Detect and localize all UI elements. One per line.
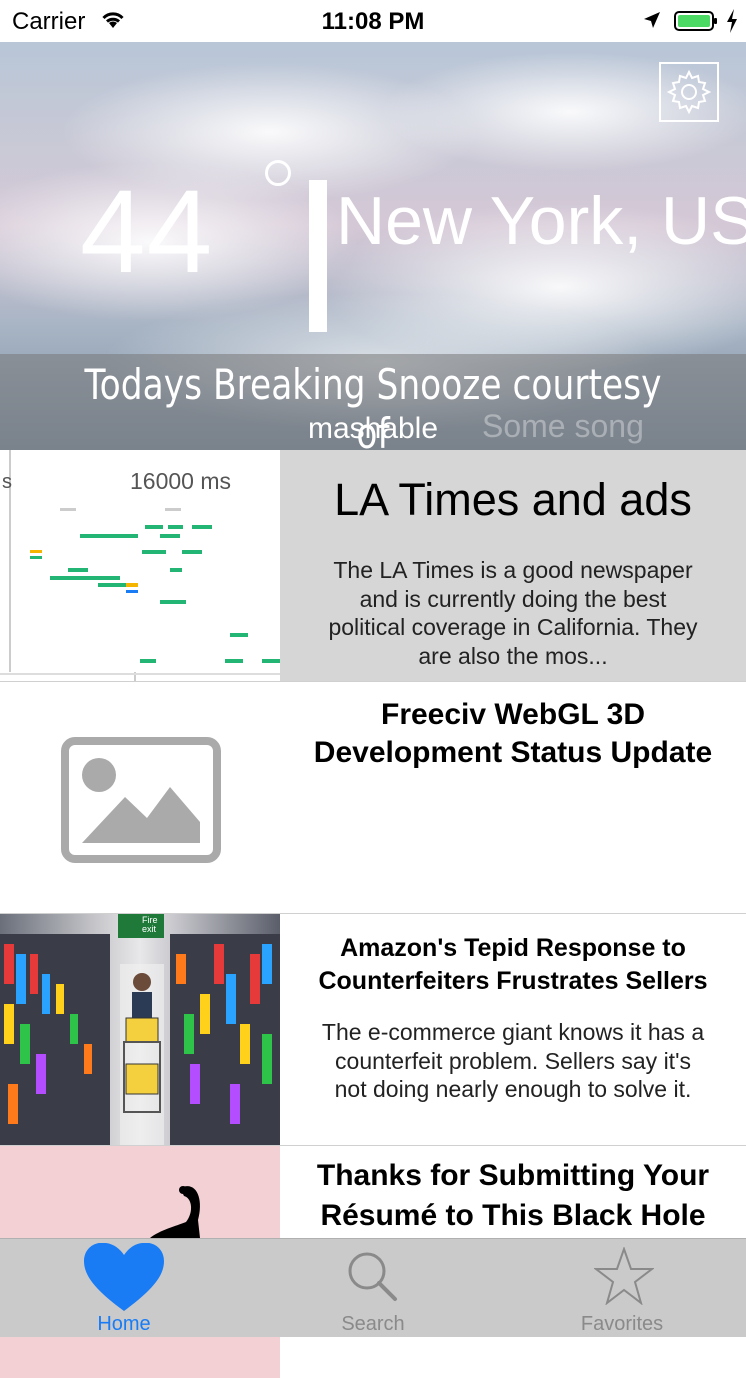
charging-icon (726, 9, 738, 38)
svg-text:s: s (2, 471, 12, 493)
article-description: The LA Times is a good newspaper and is … (328, 557, 698, 669)
article-thumbnail: s 16000 ms (0, 450, 280, 681)
article-title: Amazon's Tepid Response to Counterfeiter… (318, 934, 708, 995)
weather-header: 44 New York, US Some song Todays Breakin… (0, 42, 746, 450)
tab-label: Home (97, 1313, 151, 1335)
breaking-banner[interactable]: Some song Todays Breaking Snooze courtes… (0, 354, 746, 450)
article-row[interactable]: Freeciv WebGL 3D Development Status Upda… (0, 682, 746, 914)
warehouse-photo (0, 914, 280, 1145)
banner-source: mashable (307, 412, 439, 445)
degree-symbol (265, 160, 291, 186)
tab-bar: Home Search Favorites (0, 1238, 746, 1337)
tab-home[interactable]: Home (0, 1239, 248, 1337)
thumbnail-time-label: 16000 ms (130, 468, 232, 494)
battery-icon (674, 11, 718, 31)
temperature-value: 44 (80, 166, 214, 298)
article-row[interactable]: s 16000 ms LA Times and ads The LA Times… (0, 450, 746, 682)
black-bird-illustration (150, 1186, 200, 1238)
article-title: LA Times and ads (334, 474, 692, 525)
article-thumbnail (0, 682, 280, 913)
tab-label: Search (341, 1313, 405, 1335)
tab-search[interactable]: Search (249, 1239, 497, 1337)
heart-icon (84, 1243, 164, 1311)
article-title: Thanks for Submitting Your Résumé to Thi… (316, 1159, 710, 1232)
gear-icon (666, 69, 712, 115)
article-title: Freeciv WebGL 3D Development Status Upda… (313, 698, 713, 769)
article-row[interactable]: Fire exit Amazon's Tepid Response to Cou… (0, 914, 746, 1146)
settings-button[interactable] (659, 62, 719, 122)
star-icon (594, 1247, 654, 1305)
fire-exit-sign: Fire exit (142, 915, 158, 934)
image-placeholder-icon (61, 737, 221, 863)
city-label: New York, US (336, 183, 746, 259)
status-bar: Carrier 11:08 PM (0, 0, 746, 42)
article-thumbnail: Fire exit (0, 914, 280, 1145)
tab-label: Favorites (580, 1313, 664, 1335)
tab-favorites[interactable]: Favorites (498, 1239, 746, 1337)
divider-bar (309, 180, 327, 332)
clock-time: 11:08 PM (321, 8, 425, 35)
magnifier-icon (348, 1252, 397, 1301)
location-arrow-icon (642, 10, 662, 35)
article-description: The e-commerce giant knows it has a coun… (321, 1019, 705, 1102)
